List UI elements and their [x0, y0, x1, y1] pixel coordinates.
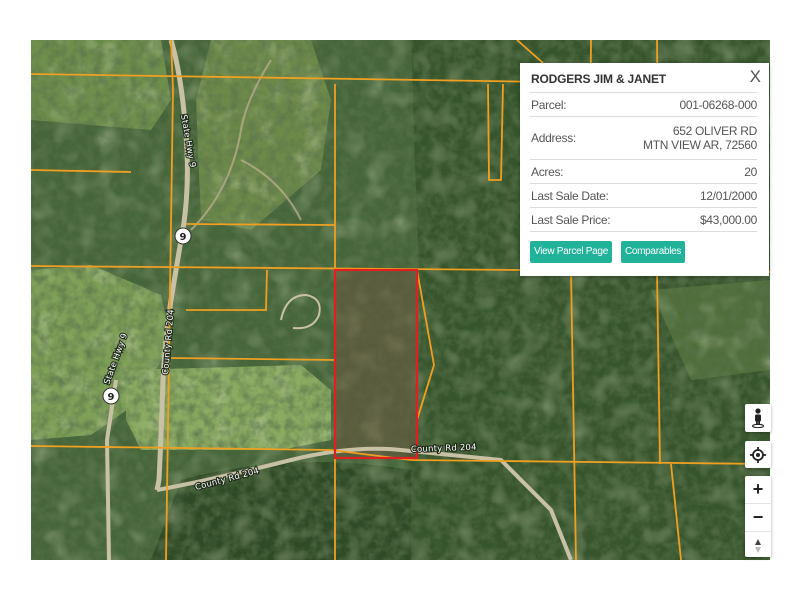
last-sale-date-label: Last Sale Date:: [531, 188, 609, 203]
view-parcel-page-button[interactable]: View Parcel Page: [530, 241, 612, 263]
parcel-details: Parcel: 001-06268-000 Address: 652 OLIVE…: [530, 92, 757, 232]
compass-button[interactable]: [745, 531, 771, 559]
close-icon[interactable]: X: [750, 67, 761, 87]
route-shield-west: 9: [102, 387, 120, 405]
last-sale-date-value: 12/01/2000: [699, 188, 757, 203]
route-shield-north: 9: [174, 227, 192, 245]
address-row: Address: 652 OLIVER RD MTN VIEW AR, 7256…: [530, 117, 757, 160]
parcel-label: Parcel:: [531, 97, 567, 112]
parcel-woodland: [335, 270, 417, 458]
last-sale-price-row: Last Sale Price: $43,000.00: [530, 208, 757, 232]
pegman-icon: [752, 408, 764, 428]
crosshair-icon: [750, 446, 766, 463]
address-value: 652 OLIVER RD MTN VIEW AR, 72560: [643, 124, 757, 152]
acres-row: Acres: 20: [530, 160, 757, 184]
address-line-2: MTN VIEW AR, 72560: [643, 138, 757, 152]
svg-text:9: 9: [180, 232, 187, 243]
zoom-control: + −: [745, 476, 771, 557]
parcel-info-popup: X RODGERS JIM & JANET Parcel: 001-06268-…: [520, 63, 769, 276]
street-view-button[interactable]: [745, 404, 771, 432]
comparables-button[interactable]: Comparables: [620, 241, 686, 263]
parcel-value: 001-06268-000: [679, 97, 757, 112]
zoom-out-button[interactable]: −: [745, 503, 771, 531]
last-sale-price-value: $43,000.00: [699, 212, 757, 227]
address-label: Address:: [531, 131, 576, 145]
acres-label: Acres:: [531, 164, 564, 179]
address-line-1: 652 OLIVER RD: [672, 124, 757, 138]
popup-actions: View Parcel Page Comparables: [530, 241, 686, 263]
acres-value: 20: [744, 164, 757, 179]
last-sale-price-label: Last Sale Price:: [531, 212, 611, 227]
owner-name: RODGERS JIM & JANET: [531, 72, 666, 86]
zoom-in-button[interactable]: +: [745, 476, 771, 503]
parcel-row: Parcel: 001-06268-000: [530, 93, 757, 117]
compass-icon: [755, 538, 761, 553]
locate-me-button[interactable]: [745, 441, 771, 468]
svg-text:9: 9: [108, 392, 115, 403]
last-sale-date-row: Last Sale Date: 12/01/2000: [530, 184, 757, 208]
